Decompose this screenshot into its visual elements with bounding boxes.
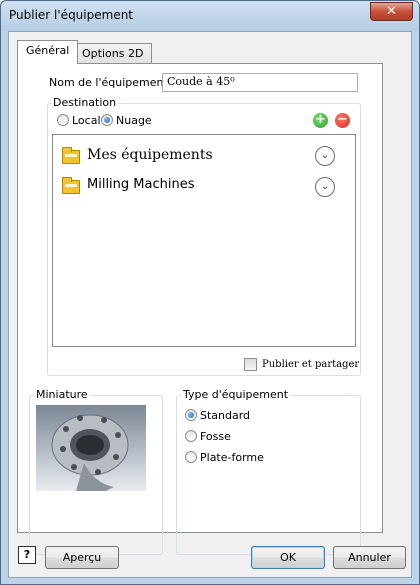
equipment-name-label: Nom de l'équipement: bbox=[49, 76, 172, 89]
list-item[interactable]: Mes équipements ⌄ bbox=[53, 140, 343, 170]
help-icon: ? bbox=[23, 548, 31, 561]
window-title: Publier l'équipement bbox=[9, 8, 134, 22]
equipment-type-group-title: Type d'équipement bbox=[181, 388, 291, 401]
ok-button[interactable]: OK bbox=[251, 546, 325, 569]
list-item-label: Mes équipements bbox=[87, 147, 213, 163]
equipment-name-input[interactable]: Coude à 45⁰ bbox=[162, 73, 358, 92]
close-button[interactable]: ✕ bbox=[370, 2, 413, 21]
cancel-button-label: Annuler bbox=[348, 551, 391, 564]
radio-fosse[interactable] bbox=[185, 430, 197, 442]
radio-plate-forme[interactable] bbox=[185, 451, 197, 463]
folder-icon bbox=[62, 147, 80, 164]
destination-list[interactable]: Mes équipements ⌄ Milling Machines ⌄ bbox=[52, 134, 356, 347]
plus-circle-icon: + bbox=[315, 112, 326, 127]
radio-standard[interactable] bbox=[185, 409, 197, 421]
preview-button-label: Aperçu bbox=[62, 551, 102, 564]
radio-cloud-label: Nuage bbox=[116, 114, 152, 127]
cancel-button[interactable]: Annuler bbox=[333, 546, 406, 569]
list-item[interactable]: Milling Machines ⌄ bbox=[53, 170, 343, 200]
help-button[interactable]: ? bbox=[18, 546, 36, 564]
publish-equipment-dialog: Publier l'équipement ✕ Général Options 2… bbox=[0, 0, 420, 585]
tab-options-2d-label: Options 2D bbox=[82, 47, 144, 60]
radio-standard-label: Standard bbox=[200, 409, 251, 422]
destination-group-title: Destination bbox=[51, 96, 119, 109]
chevron-down-icon[interactable]: ⌄ bbox=[315, 177, 335, 197]
thumbnail-image bbox=[36, 405, 146, 491]
radio-plate-forme-label: Plate-forme bbox=[200, 451, 264, 464]
preview-button[interactable]: Aperçu bbox=[45, 546, 119, 569]
radio-fosse-label: Fosse bbox=[200, 430, 231, 443]
publish-share-label: Publier et partager bbox=[262, 359, 360, 370]
remove-destination-button[interactable]: − bbox=[335, 113, 350, 128]
add-destination-button[interactable]: + bbox=[313, 113, 328, 128]
chevron-down-icon[interactable]: ⌄ bbox=[315, 146, 335, 166]
close-icon: ✕ bbox=[386, 4, 397, 19]
radio-cloud[interactable] bbox=[101, 114, 113, 126]
title-bar[interactable]: Publier l'équipement ✕ bbox=[1, 1, 419, 31]
publish-share-checkbox[interactable] bbox=[244, 358, 257, 371]
elbow-flange-icon bbox=[51, 414, 129, 491]
tab-options-2d[interactable]: Options 2D bbox=[73, 43, 153, 65]
thumbnail-group-title: Miniature bbox=[34, 388, 90, 401]
dialog-body: Général Options 2D Nom de l'équipement: … bbox=[8, 31, 412, 578]
general-tab-panel: Nom de l'équipement: Coude à 45⁰ Destina… bbox=[17, 63, 383, 555]
radio-local[interactable] bbox=[57, 114, 69, 126]
ok-button-label: OK bbox=[280, 551, 296, 564]
tab-general[interactable]: Général bbox=[17, 40, 79, 64]
radio-local-label: Local bbox=[72, 114, 101, 127]
tab-general-label: Général bbox=[26, 44, 70, 57]
list-item-label: Milling Machines bbox=[87, 177, 195, 192]
minus-circle-icon: − bbox=[337, 112, 348, 127]
folder-icon bbox=[62, 177, 80, 194]
